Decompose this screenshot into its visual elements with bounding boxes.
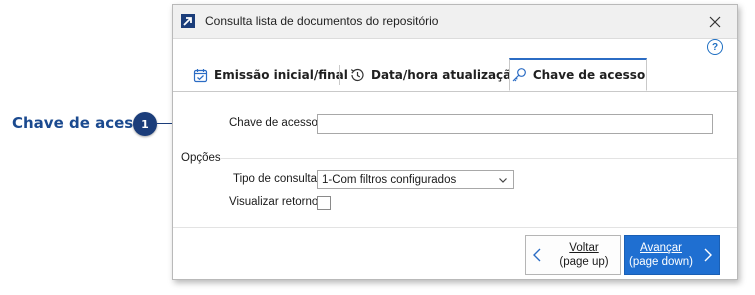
tab-emissao[interactable]: Emissão inicial/final <box>193 59 348 91</box>
title-bar: Consulta lista de documentos do repositó… <box>173 5 737 39</box>
dialog-window: Consulta lista de documentos do repositó… <box>172 4 738 280</box>
callout-label: Chave de acesso <box>12 114 153 132</box>
close-icon <box>709 16 721 27</box>
next-shortcut: (page down) <box>629 256 693 268</box>
tipo-consulta-value: 1-Com filtros configurados <box>322 173 457 186</box>
history-icon <box>349 67 365 83</box>
key-icon <box>511 67 527 83</box>
tipo-row: Tipo de consulta <box>233 173 317 185</box>
tipo-consulta-select[interactable]: 1-Com filtros configurados <box>317 170 514 189</box>
visualizar-row: Visualizar retorno <box>229 196 318 208</box>
next-button[interactable]: Avançar (page down) <box>624 235 720 275</box>
footer-divider <box>173 227 737 228</box>
visualizar-retorno-checkbox[interactable] <box>317 196 331 210</box>
close-button[interactable] <box>693 5 737 38</box>
tab-strip: Emissão inicial/final Data/hora atualiza… <box>173 58 737 92</box>
tipo-consulta-label: Tipo de consulta <box>233 173 317 185</box>
back-shortcut: (page up) <box>559 256 609 268</box>
back-label: Voltar <box>569 242 599 254</box>
back-button[interactable]: Voltar (page up) <box>525 235 621 275</box>
chave-label: Chave de acesso <box>229 117 318 129</box>
tab-label: Data/hora atualização <box>371 68 520 82</box>
options-group-label: Opções <box>181 152 221 164</box>
tab-label: Chave de acesso <box>532 68 646 82</box>
calendar-check-icon <box>193 68 208 83</box>
chevron-right-icon <box>697 247 719 263</box>
help-icon[interactable]: ? <box>707 39 723 55</box>
callout-badge: 1 <box>133 112 157 136</box>
chave-acesso-input[interactable] <box>317 114 713 134</box>
chevron-left-icon <box>526 247 548 263</box>
visualizar-retorno-label: Visualizar retorno <box>229 196 319 208</box>
chevron-down-icon <box>498 175 508 188</box>
tab-label: Emissão inicial/final <box>214 68 348 82</box>
app-arrow-icon <box>181 14 195 28</box>
tab-data-hora[interactable]: Data/hora atualização <box>349 59 520 91</box>
tab-divider <box>339 65 340 85</box>
chave-row: Chave de acesso <box>229 117 318 129</box>
window-title: Consulta lista de documentos do repositó… <box>205 14 439 28</box>
back-button-text: Voltar (page up) <box>548 241 620 269</box>
tab-chave-acesso[interactable]: Chave de acesso <box>509 58 647 91</box>
next-label: Avançar <box>640 242 682 254</box>
options-divider <box>221 158 737 159</box>
next-button-text: Avançar (page down) <box>625 241 697 269</box>
